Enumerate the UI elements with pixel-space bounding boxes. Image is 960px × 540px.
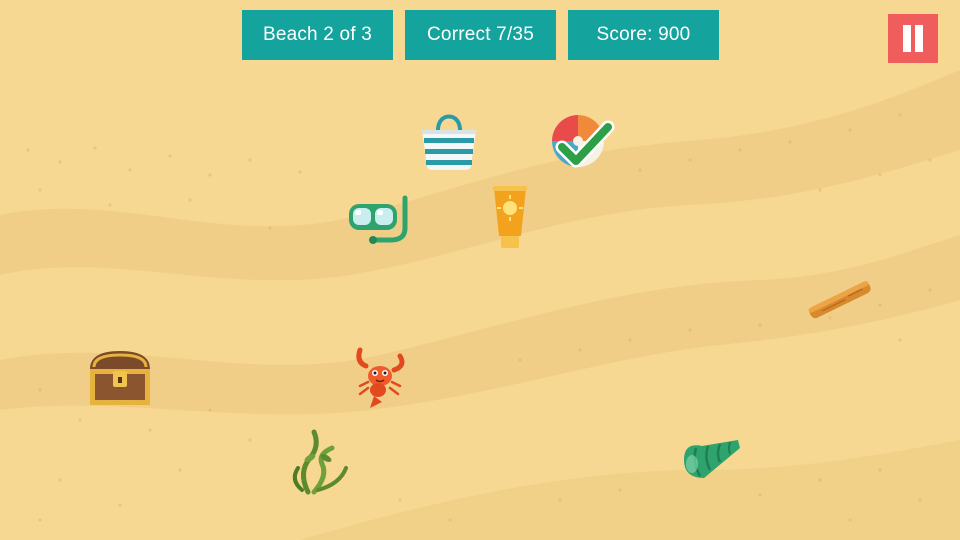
beach-bag-icon[interactable] bbox=[418, 108, 480, 172]
sunscreen-icon[interactable] bbox=[488, 186, 532, 252]
correct-counter: Correct 7/35 bbox=[405, 10, 556, 60]
level-indicator: Beach 2 of 3 bbox=[242, 10, 393, 60]
sand-background bbox=[0, 0, 960, 540]
snorkel-mask-icon[interactable] bbox=[345, 194, 415, 246]
score-label: Score: 900 bbox=[596, 24, 691, 45]
lobster-icon[interactable] bbox=[350, 346, 410, 412]
pause-button[interactable] bbox=[888, 14, 938, 63]
seashell-icon[interactable] bbox=[678, 436, 744, 484]
score-display: Score: 900 bbox=[568, 10, 719, 60]
seaweed-icon[interactable] bbox=[288, 428, 350, 495]
beach-ball-icon[interactable] bbox=[550, 113, 618, 173]
correct-label: Correct 7/35 bbox=[427, 24, 534, 45]
treasure-chest-icon[interactable] bbox=[86, 347, 154, 409]
driftwood-icon[interactable] bbox=[805, 276, 875, 324]
level-label: Beach 2 of 3 bbox=[262, 24, 373, 45]
